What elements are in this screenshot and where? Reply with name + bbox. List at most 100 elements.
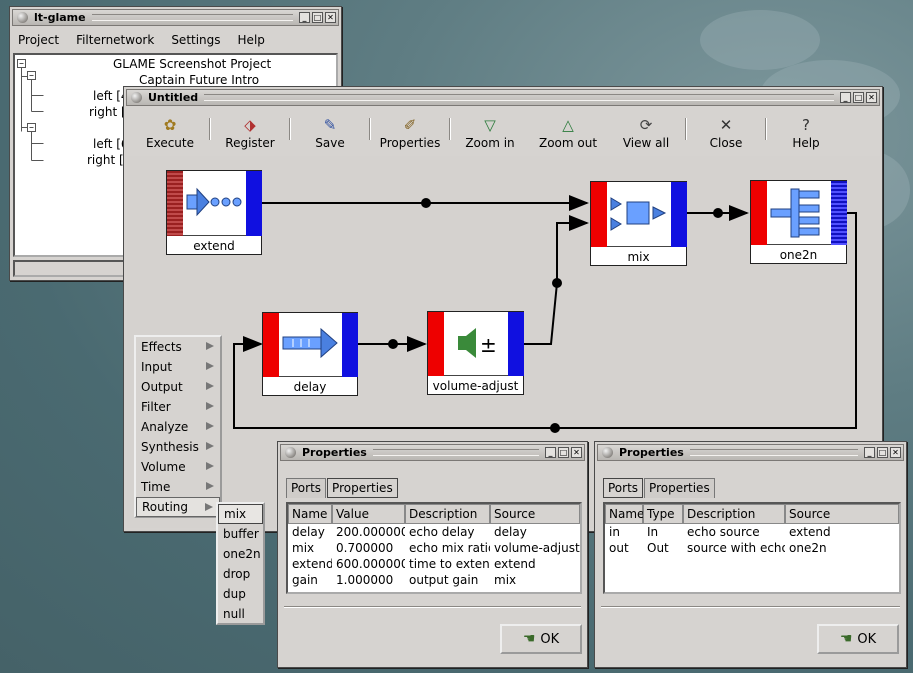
submenu-item-buffer[interactable]: buffer	[218, 524, 263, 544]
view-all-button[interactable]: ⟳ View all	[607, 106, 685, 156]
junction-dot[interactable]	[552, 278, 562, 288]
ports-table[interactable]: Name Type Description Source in In echo …	[603, 502, 901, 594]
input-pin[interactable]	[751, 181, 767, 245]
submenu-item-dup[interactable]: dup	[218, 584, 263, 604]
tab-ports[interactable]: Ports	[286, 478, 327, 498]
zoom-in-button[interactable]: ▽ Zoom in	[451, 106, 529, 156]
tab-ports[interactable]: Ports	[603, 478, 644, 498]
window-title: lt-glame	[34, 11, 86, 24]
input-pin[interactable]	[591, 182, 607, 247]
table-row[interactable]: extend 600.000000 time to extend extend	[288, 556, 580, 572]
table-row[interactable]: gain 1.000000 output gain mix	[288, 572, 580, 588]
ok-button[interactable]: ☚ OK	[817, 624, 899, 654]
output-pin[interactable]	[671, 182, 687, 247]
properties-icon: ✐	[403, 116, 417, 134]
extend-icon	[186, 187, 242, 217]
delay-icon	[282, 327, 338, 359]
tab-properties[interactable]: Properties	[644, 478, 715, 498]
column-header-description[interactable]: Description	[683, 504, 785, 524]
menu-item-filter[interactable]: Filter	[136, 397, 220, 417]
junction-dot[interactable]	[713, 208, 723, 218]
menu-item-input[interactable]: Input	[136, 357, 220, 377]
menu-item-synthesis[interactable]: Synthesis	[136, 437, 220, 457]
column-header-name[interactable]: Name	[605, 504, 644, 524]
column-header-source[interactable]: Source	[490, 504, 580, 524]
close-icon[interactable]: ✕	[866, 92, 877, 103]
output-pin[interactable]	[508, 312, 524, 376]
junction-dot[interactable]	[388, 339, 398, 349]
table-row[interactable]: mix 0.700000 echo mix ratio volume-adjus…	[288, 540, 580, 556]
column-header-source[interactable]: Source	[785, 504, 899, 524]
close-icon[interactable]: ✕	[890, 447, 901, 458]
help-button[interactable]: ? Help	[767, 106, 845, 156]
table-row[interactable]: delay 200.000000 echo delay delay	[288, 524, 580, 540]
properties-button[interactable]: ✐ Properties	[371, 106, 449, 156]
menu-item-time[interactable]: Time	[136, 477, 220, 497]
column-header-name[interactable]: Name	[288, 504, 332, 524]
node-delay[interactable]: delay	[262, 312, 358, 396]
node-volume-adjust[interactable]: ± volume-adjust	[427, 311, 524, 395]
table-row[interactable]: in In echo source extend	[605, 524, 899, 540]
tab-properties[interactable]: Properties	[327, 478, 398, 498]
minimize-icon[interactable]: _	[299, 12, 310, 23]
menu-project[interactable]: Project	[18, 33, 59, 47]
output-pin[interactable]	[342, 313, 358, 377]
table-row[interactable]: out Out source with echo one2n	[605, 540, 899, 556]
node-one2n[interactable]: one2n	[750, 180, 847, 264]
menu-help[interactable]: Help	[238, 33, 265, 47]
minimize-icon[interactable]: _	[545, 447, 556, 458]
properties-table[interactable]: Name Value Description Source delay 200.…	[286, 502, 582, 594]
node-extend[interactable]: extend	[166, 170, 262, 255]
close-icon[interactable]: ✕	[571, 447, 582, 458]
close-button[interactable]: ✕ Close	[687, 106, 765, 156]
close-icon[interactable]: ✕	[325, 12, 336, 23]
tree-project[interactable]: Captain Future Intro	[139, 73, 259, 87]
submenu-item-mix[interactable]: mix	[218, 504, 263, 524]
submenu-item-null[interactable]: null	[218, 604, 263, 624]
properties-titlebar[interactable]: Properties _ □ ✕	[597, 444, 904, 461]
column-header-description[interactable]: Description	[405, 504, 490, 524]
output-pin[interactable]	[246, 171, 262, 236]
ok-button[interactable]: ☚ OK	[500, 624, 582, 654]
output-pin[interactable]	[831, 181, 847, 245]
input-pin[interactable]	[428, 312, 444, 376]
input-pin[interactable]	[263, 313, 279, 377]
window-menu-icon[interactable]	[285, 447, 296, 458]
properties-titlebar[interactable]: Properties _ □ ✕	[280, 444, 585, 461]
maximize-icon[interactable]: □	[558, 447, 569, 458]
menu-settings[interactable]: Settings	[171, 33, 220, 47]
submenu-item-one2n[interactable]: one2n	[218, 544, 263, 564]
minimize-icon[interactable]: _	[840, 92, 851, 103]
tree-root[interactable]: GLAME Screenshot Project	[113, 57, 271, 71]
ok-hand-icon: ☚	[522, 631, 536, 647]
window-menu-icon[interactable]	[131, 92, 142, 103]
node-mix[interactable]: mix	[590, 181, 687, 266]
input-pin[interactable]	[167, 171, 183, 236]
menu-item-volume[interactable]: Volume	[136, 457, 220, 477]
menu-filternetwork[interactable]: Filternetwork	[76, 33, 154, 47]
junction-dot[interactable]	[550, 423, 560, 433]
network-window-titlebar[interactable]: Untitled _ □ ✕	[126, 89, 880, 106]
maximize-icon[interactable]: □	[877, 447, 888, 458]
register-icon: ⬗	[244, 116, 256, 134]
junction-dot[interactable]	[421, 198, 431, 208]
column-header-value[interactable]: Value	[332, 504, 405, 524]
execute-button[interactable]: ✿ Execute	[131, 106, 209, 156]
minimize-icon[interactable]: _	[864, 447, 875, 458]
save-button[interactable]: ✎ Save	[291, 106, 369, 156]
menu-item-effects[interactable]: Effects	[136, 337, 220, 357]
zoom-out-button[interactable]: △ Zoom out	[529, 106, 607, 156]
menu-item-output[interactable]: Output	[136, 377, 220, 397]
column-header-type[interactable]: Type	[643, 504, 683, 524]
network-toolbar: ✿ Execute ⬗ Register ✎ Save ✐ Properties…	[131, 106, 879, 156]
maximize-icon[interactable]: □	[853, 92, 864, 103]
menu-item-analyze[interactable]: Analyze	[136, 417, 220, 437]
window-menu-icon[interactable]	[17, 12, 28, 23]
submenu-item-drop[interactable]: drop	[218, 564, 263, 584]
menu-item-routing[interactable]: Routing	[136, 497, 220, 517]
register-button[interactable]: ⬗ Register	[211, 106, 289, 156]
maximize-icon[interactable]: □	[312, 12, 323, 23]
mix-icon	[610, 197, 667, 231]
main-window-titlebar[interactable]: lt-glame _ □ ✕	[12, 9, 339, 26]
window-menu-icon[interactable]	[602, 447, 613, 458]
